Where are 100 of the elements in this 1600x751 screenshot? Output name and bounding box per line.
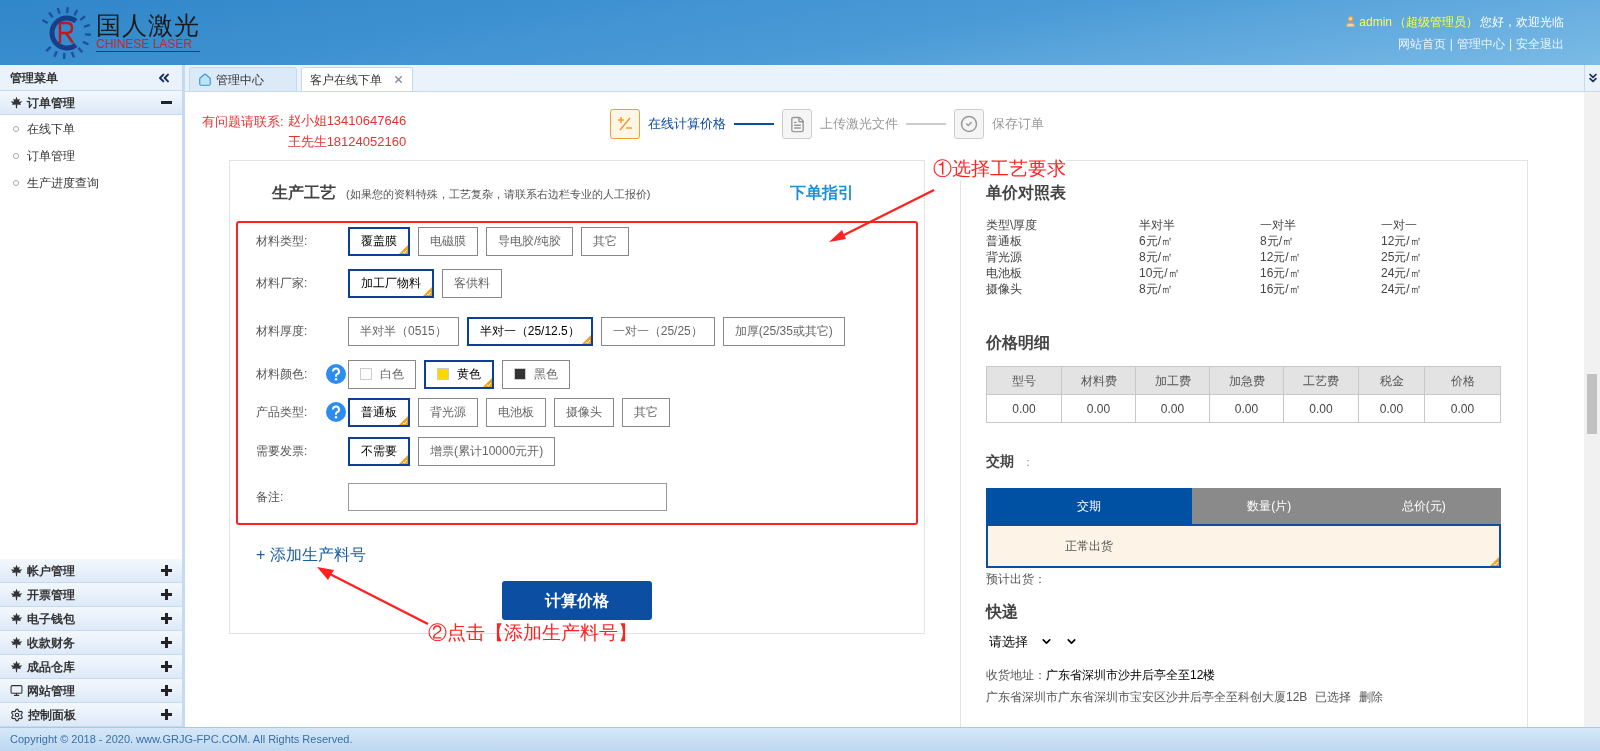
table-cell-text: 10元/㎡ <box>1139 265 1181 281</box>
table-cell: 0.00 <box>1425 395 1501 423</box>
option-button[interactable]: 半对半（0515） <box>348 316 459 346</box>
check-corner-icon <box>1490 557 1499 566</box>
contact-line: 赵小姐13410647646 <box>287 112 407 130</box>
menu-group[interactable]: 网站管理 <box>0 679 182 703</box>
option-button[interactable]: 电池板 <box>486 397 546 427</box>
home-icon <box>198 72 212 87</box>
document-icon <box>782 109 812 139</box>
check-corner-icon <box>423 286 432 296</box>
option-button[interactable]: 加工厂物料 <box>348 268 434 298</box>
option-button[interactable]: 覆盖膜 <box>348 226 410 256</box>
price-table-title: 单价对照表 <box>986 183 1067 203</box>
check-corner-icon <box>399 244 408 254</box>
table-header-cell: 加工费 <box>1136 367 1210 395</box>
menu-group[interactable]: 电子钱包 <box>0 607 182 631</box>
menu-item[interactable]: 订单管理 <box>0 142 182 169</box>
menu-group-label: 收款财务 <box>27 634 75 652</box>
add-item-link[interactable]: + 添加生产料号 <box>256 543 918 567</box>
table-cell: 0.00 <box>1359 395 1425 423</box>
option-button[interactable]: 普通板 <box>348 397 410 427</box>
guide-link[interactable]: 下单指引 <box>790 181 854 205</box>
field-label: 材料厂家: <box>256 275 309 292</box>
step-connector <box>734 123 774 125</box>
table-cell: 0.00 <box>987 395 1062 423</box>
menu-group[interactable]: 成品仓库 <box>0 655 182 679</box>
check-corner-icon <box>399 454 408 464</box>
plus-icon <box>161 565 172 576</box>
link-separator: | <box>1449 35 1453 53</box>
plus-icon <box>161 589 172 600</box>
calculate-button[interactable]: 计算价格 <box>502 581 652 620</box>
express-select[interactable]: 请选择 <box>989 632 1053 652</box>
annotation-text: ②点击【添加生产料号】 <box>428 622 637 644</box>
table-cell-text: 25元/㎡ <box>1381 249 1423 265</box>
table-cell-text: 16元/㎡ <box>1260 265 1302 281</box>
option-button[interactable]: 增票(累计10000元开) <box>418 436 556 466</box>
field-label: 备注: <box>256 489 285 506</box>
tab[interactable]: 客户在线下单 <box>301 67 413 91</box>
estimate-label: 预计出货： <box>986 571 1047 588</box>
tab-scroll-button[interactable] <box>1584 65 1600 91</box>
table-cell-text: 8元/㎡ <box>1139 281 1174 297</box>
menu-group[interactable]: 控制面板 <box>0 703 182 727</box>
option-button[interactable]: 客供料 <box>442 268 502 298</box>
logo-tagline: CHINESE LASER <box>96 38 200 52</box>
menu-group-label: 网站管理 <box>27 682 75 700</box>
link-separator: | <box>1508 35 1512 53</box>
remark-input[interactable] <box>348 483 667 511</box>
option-button[interactable]: 半对一（25/12.5） <box>466 316 593 346</box>
option-button[interactable]: 导电胶/纯胶 <box>486 226 574 256</box>
option-button[interactable]: 摄像头 <box>554 397 614 427</box>
check-corner-icon <box>483 377 492 387</box>
address-label: 收货地址： <box>986 667 1046 682</box>
table-cell: 0.00 <box>1136 395 1210 423</box>
menu-item[interactable]: 生产进度查询 <box>0 169 182 196</box>
menu-group[interactable]: 收款财务 <box>0 631 182 655</box>
option-button[interactable]: 一对一（25/25） <box>600 316 715 346</box>
option-button[interactable]: 不需要 <box>348 436 410 466</box>
table-header-cell-text: 一对一 <box>1381 217 1418 233</box>
delivery-title: 交期 <box>986 452 1014 471</box>
close-icon[interactable] <box>393 74 404 85</box>
check-corner-icon <box>581 334 591 344</box>
table-cell-text: 24元/㎡ <box>1381 281 1423 297</box>
table-cell: 0.00 <box>1062 395 1136 423</box>
delivery-option[interactable]: 正常出货 <box>986 524 1501 568</box>
table-cell: 0.00 <box>1210 395 1284 423</box>
user-name: admin <box>1359 13 1392 31</box>
delete-link[interactable]: 删除 <box>1359 687 1384 706</box>
contact-label: 有问题请联系: <box>202 113 284 131</box>
scrollbar[interactable] <box>1584 92 1600 727</box>
address-status: 已选择 <box>1315 688 1352 706</box>
menu-group[interactable]: 开票管理 <box>0 583 182 607</box>
option-button[interactable]: 其它 <box>622 397 670 427</box>
table-header-cell: 工艺费 <box>1284 367 1359 395</box>
menu-group-label: 成品仓库 <box>27 658 75 676</box>
section-note: (如果您的资料特殊，工艺复杂，请联系右边栏专业的人工报价) <box>346 187 651 202</box>
menu-group-label: 帐户管理 <box>27 562 75 580</box>
menu-group[interactable]: 帐户管理 <box>0 559 182 583</box>
help-icon[interactable] <box>326 364 346 384</box>
delivery-colon: ： <box>1022 454 1034 471</box>
menu-group[interactable]: 订单管理 <box>0 91 182 115</box>
contact-line: 王先生18124052160 <box>287 133 407 151</box>
option-button[interactable]: 加厚(25/35或其它) <box>722 316 845 346</box>
menu-item[interactable]: 在线下单 <box>0 115 182 142</box>
table-header-cell: 型号 <box>987 367 1062 395</box>
help-icon[interactable] <box>326 402 346 422</box>
plus-icon <box>161 685 172 696</box>
option-button[interactable]: 白色 <box>348 359 416 389</box>
delivery-tab[interactable]: 交期 <box>986 488 1192 524</box>
logo-title: 国人激光 <box>96 13 200 38</box>
option-button[interactable]: 黑色 <box>502 359 570 389</box>
option-button[interactable]: 其它 <box>581 226 630 256</box>
option-button[interactable]: 背光源 <box>418 397 478 427</box>
tab[interactable]: 管理中心 <box>189 67 297 91</box>
option-button[interactable]: 电磁膜 <box>418 226 478 256</box>
plus-icon <box>161 613 172 624</box>
table-cell-text: 摄像头 <box>986 281 1023 297</box>
option-button[interactable]: 黄色 <box>424 359 494 389</box>
field-label: 产品类型: <box>256 404 309 421</box>
section-title: 生产工艺 <box>272 183 336 203</box>
step-label: 上传激光文件 <box>820 115 898 134</box>
